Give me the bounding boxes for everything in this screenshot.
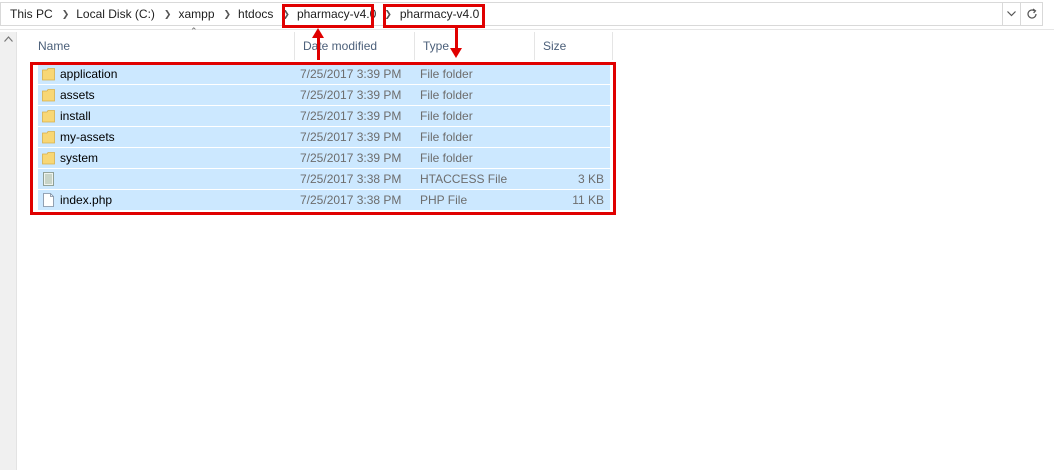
column-type-label: Type — [423, 39, 450, 53]
breadcrumb-htdocs[interactable]: htdocs — [238, 7, 273, 21]
column-name-label: Name — [38, 39, 71, 53]
address-history-dropdown[interactable] — [1003, 2, 1021, 26]
column-header-name[interactable]: Name — [30, 32, 295, 60]
scroll-up-icon[interactable] — [4, 36, 13, 42]
annotation-box-file-list — [30, 62, 616, 215]
navigation-pane-scrollbar[interactable] — [0, 32, 17, 470]
annotation-arrow-down-icon — [450, 48, 462, 58]
annotation-box-current-folder — [383, 4, 485, 28]
breadcrumb-local-disk[interactable]: Local Disk (C:) — [76, 7, 155, 21]
refresh-button[interactable] — [1021, 2, 1043, 26]
refresh-icon — [1026, 8, 1037, 19]
address-bar: This PC ❯ Local Disk (C:) ❯ xampp ❯ htdo… — [0, 0, 1054, 30]
sort-ascending-icon: ⌃ — [190, 26, 198, 36]
column-date-label: Date modified — [303, 39, 378, 53]
chevron-right-icon[interactable]: ❯ — [164, 9, 172, 19]
breadcrumb-xampp[interactable]: xampp — [178, 7, 214, 21]
chevron-right-icon[interactable]: ❯ — [62, 9, 70, 19]
chevron-down-icon — [1007, 11, 1016, 17]
breadcrumb-this-pc[interactable]: This PC — [10, 7, 53, 21]
breadcrumb[interactable]: This PC ❯ Local Disk (C:) ❯ xampp ❯ htdo… — [0, 2, 1003, 26]
column-size-label: Size — [543, 39, 567, 53]
annotation-arrow-shaft — [455, 28, 458, 48]
column-header-size[interactable]: Size — [535, 32, 613, 60]
annotation-arrow-shaft — [317, 37, 320, 60]
column-headers: Name ⌃ Date modified Type Size — [30, 26, 620, 60]
chevron-right-icon[interactable]: ❯ — [224, 9, 232, 19]
column-header-type[interactable]: Type — [415, 32, 535, 60]
annotation-box-parent-folder — [282, 4, 374, 28]
